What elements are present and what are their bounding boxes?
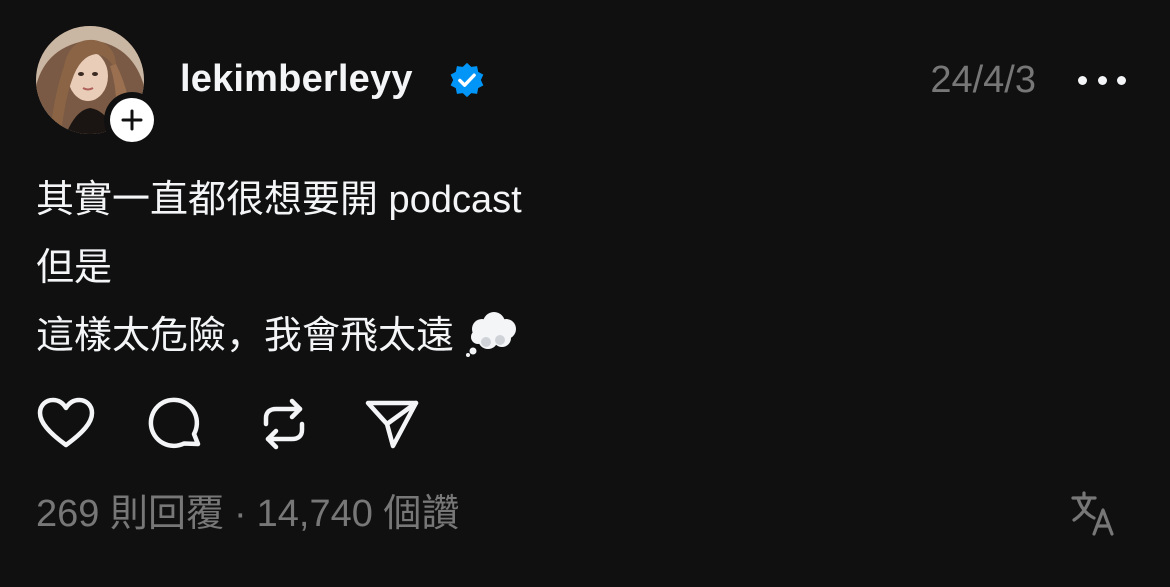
post-text-line: 這樣太危險，我會飛太遠 (36, 302, 522, 370)
username[interactable]: lekimberleyy (180, 54, 413, 104)
reply-count[interactable]: 269 則回覆 (36, 493, 224, 535)
post-text-line: 其實一直都很想要開 podcast (36, 179, 522, 221)
thought-balloon-icon (466, 311, 517, 357)
follow-badge[interactable] (104, 92, 160, 148)
post-timestamp: 24/4/3 (930, 59, 1036, 101)
verified-badge-icon (450, 62, 484, 98)
post-text: 其實一直都很想要開 podcast 但是 這樣太危險，我會飛太遠 (36, 166, 522, 370)
plus-icon[interactable] (110, 98, 154, 142)
post-text-line: 但是 (36, 247, 113, 289)
like-button[interactable] (36, 394, 96, 454)
stats-separator: · (233, 493, 247, 535)
like-count[interactable]: 14,740 個讚 (257, 493, 460, 535)
more-options-button[interactable] (1078, 62, 1126, 98)
repost-icon (263, 398, 305, 450)
post-stats: 269 則回覆 · 14,740 個讚 (36, 490, 459, 538)
translate-icon[interactable] (1070, 490, 1116, 536)
share-button[interactable] (362, 394, 422, 454)
comment-icon (148, 397, 201, 449)
more-icon (1078, 75, 1087, 85)
send-icon (365, 400, 419, 449)
heart-icon (37, 397, 95, 448)
reply-button[interactable] (146, 394, 206, 454)
avatar-container[interactable] (36, 26, 160, 148)
repost-button[interactable] (254, 394, 314, 454)
